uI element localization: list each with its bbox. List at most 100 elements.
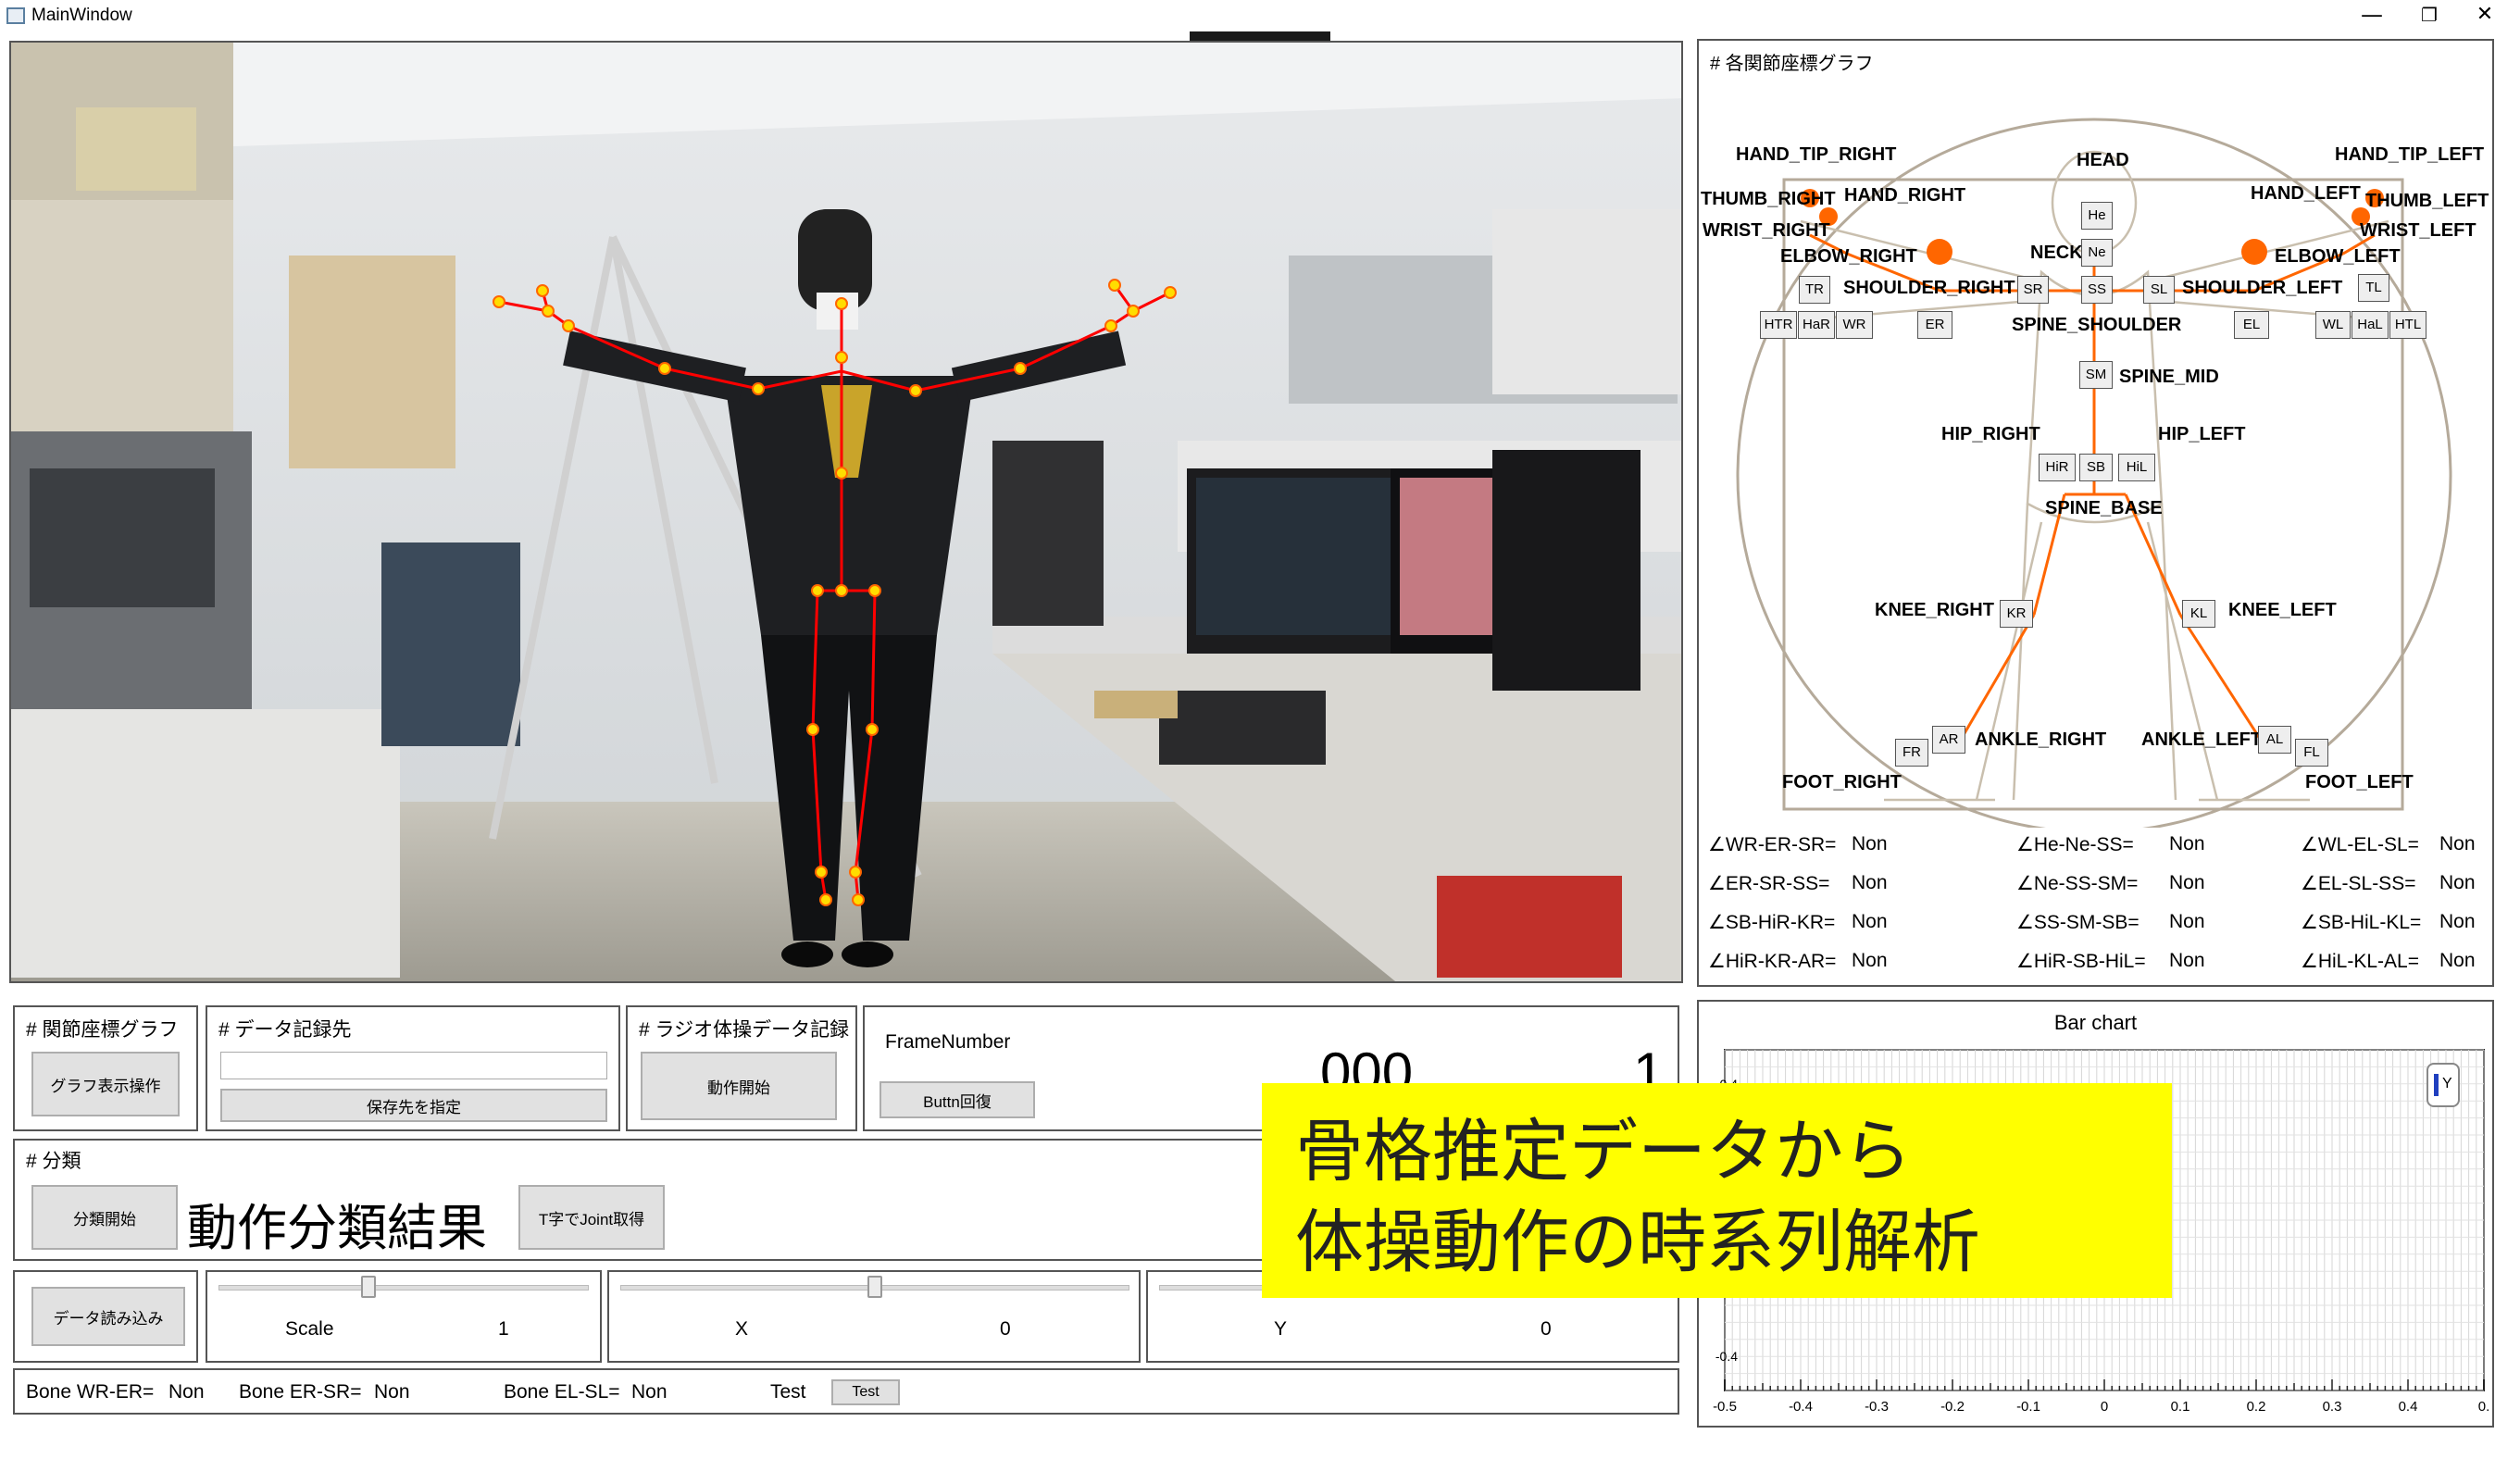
label-elbow-left: ELBOW_LEFT	[2275, 246, 2401, 267]
legend-label: Y	[2442, 1076, 2452, 1091]
joint-box-al[interactable]: AL	[2258, 726, 2291, 754]
joint-graph-panel: # 各関節座標グラフ HAND_TIP_RIGHT HAND_TIP_LEFT …	[1697, 39, 2494, 987]
joint-box-htr[interactable]: HTR	[1760, 311, 1797, 339]
angle-value: Non	[1852, 950, 1888, 971]
label-hip-left: HIP_LEFT	[2158, 424, 2246, 444]
app-icon	[6, 7, 25, 24]
joint-box-ss[interactable]: SS	[2081, 276, 2113, 304]
joint-box-hal[interactable]: HaL	[2352, 311, 2389, 339]
y-label: Y	[1274, 1318, 1288, 1340]
label-shoulder-right: SHOULDER_RIGHT	[1843, 278, 2015, 298]
joint-box-kr[interactable]: KR	[2000, 600, 2033, 628]
label-hand-right: HAND_RIGHT	[1844, 185, 1966, 206]
angle-label: ∠EL-SL-SS=	[2301, 873, 2416, 894]
load-group: データ読み込み	[13, 1270, 198, 1363]
legend-swatch	[2434, 1074, 2439, 1096]
button-restore-button[interactable]: Buttn回復	[880, 1081, 1035, 1118]
joint-box-sl[interactable]: SL	[2143, 276, 2175, 304]
joint-box-er[interactable]: ER	[1917, 311, 1952, 339]
load-data-button[interactable]: データ読み込み	[31, 1287, 185, 1346]
angle-value: Non	[2439, 872, 2476, 893]
classify-start-button[interactable]: 分類開始	[31, 1185, 178, 1250]
save-destination-button[interactable]: 保存先を指定	[220, 1089, 607, 1122]
angle-label: ∠SB-HiL-KL=	[2301, 912, 2422, 933]
angle-value: Non	[2169, 872, 2205, 893]
label-wrist-left: WRIST_LEFT	[2360, 220, 2476, 241]
start-motion-button[interactable]: 動作開始	[641, 1052, 837, 1120]
record-group-header: # データ記録先	[218, 1019, 352, 1041]
joint-box-fl[interactable]: FL	[2295, 739, 2328, 767]
joint-box-htl[interactable]: HTL	[2389, 311, 2426, 339]
restore-button[interactable]: ❐	[2398, 0, 2461, 33]
x-tick-label: 0.4	[2399, 1399, 2418, 1415]
label-thumb-left: THUMB_LEFT	[2365, 191, 2489, 211]
close-button[interactable]: ✕	[2453, 0, 2516, 33]
x-tick-label: 0.	[2478, 1399, 2490, 1415]
bone-wr-er-value: Non	[168, 1381, 205, 1403]
test-label: Test	[770, 1381, 806, 1403]
camera-image	[11, 43, 1681, 981]
frame-number-label: FrameNumber	[885, 1031, 1011, 1053]
label-spine-mid: SPINE_MID	[2119, 367, 2219, 387]
label-ankle-right: ANKLE_RIGHT	[1975, 730, 2107, 750]
angle-label: ∠HiL-KL-AL=	[2301, 951, 2419, 972]
bone-el-sl-label: Bone EL-SL=	[504, 1381, 620, 1403]
joint-box-tr[interactable]: TR	[1799, 276, 1830, 304]
graph-group: # 関節座標グラフ グラフ表示操作	[13, 1005, 198, 1131]
caption-line-2: 体操動作の時系列解析	[1295, 1203, 1980, 1282]
x-tick-label: -0.1	[2016, 1399, 2040, 1415]
label-spine-shoulder: SPINE_SHOULDER	[2012, 315, 2182, 335]
joint-box-el[interactable]: EL	[2234, 311, 2269, 339]
joint-box-sb[interactable]: SB	[2079, 454, 2113, 481]
scale-slider-thumb[interactable]	[360, 1276, 376, 1298]
graph-display-button[interactable]: グラフ表示操作	[31, 1052, 180, 1116]
title-bar: MainWindow — ❐ ✕	[0, 0, 2520, 33]
angle-label: ∠SS-SM-SB=	[2016, 912, 2140, 933]
scale-group: Scale 1	[206, 1270, 602, 1363]
angle-label: ∠ER-SR-SS=	[1708, 873, 1830, 894]
label-hand-tip-right: HAND_TIP_RIGHT	[1736, 144, 1897, 165]
label-hand-tip-left: HAND_TIP_LEFT	[2335, 144, 2485, 165]
bone-er-sr-value: Non	[374, 1381, 410, 1403]
joint-box-kl[interactable]: KL	[2182, 600, 2215, 628]
minimize-button[interactable]: —	[2340, 0, 2403, 33]
joint-box-ar[interactable]: AR	[1932, 726, 1965, 754]
x-tick-label: 0	[2101, 1399, 2108, 1415]
y-tick-label: -0.4	[1715, 1349, 1738, 1364]
joint-box-wl[interactable]: WL	[2315, 311, 2351, 339]
classify-header: # 分類	[26, 1151, 81, 1172]
angle-value: Non	[2169, 950, 2205, 971]
scale-value: 1	[498, 1318, 509, 1340]
angle-value: Non	[2169, 911, 2205, 932]
x-tick-label: 0.1	[2171, 1399, 2190, 1415]
joint-box-har[interactable]: HaR	[1798, 311, 1835, 339]
window-title: MainWindow	[31, 6, 132, 25]
joint-box-tl[interactable]: TL	[2358, 274, 2389, 302]
joint-box-wr[interactable]: WR	[1836, 311, 1873, 339]
t-pose-joint-button[interactable]: T字でJoint取得	[518, 1185, 665, 1250]
x-label: X	[735, 1318, 749, 1340]
radio-record-group: # ラジオ体操データ記録 動作開始	[626, 1005, 857, 1131]
joint-box-hir[interactable]: HiR	[2039, 454, 2076, 481]
joint-box-fr[interactable]: FR	[1895, 739, 1928, 767]
test-button[interactable]: Test	[831, 1379, 900, 1405]
angle-value: Non	[2169, 833, 2205, 854]
x-tick-label: -0.5	[1713, 1399, 1737, 1415]
joint-box-sm[interactable]: SM	[2079, 361, 2113, 389]
caption-line-1: 骨格推定データから	[1295, 1112, 1912, 1191]
x-group: X 0	[607, 1270, 1141, 1363]
joint-box-ne[interactable]: Ne	[2081, 239, 2113, 267]
x-tick-label: 0.2	[2247, 1399, 2266, 1415]
angle-label: ∠WR-ER-SR=	[1708, 834, 1837, 855]
angle-readouts: ∠WR-ER-SR= Non ∠ER-SR-SS= Non ∠SB-HiR-KR…	[1708, 833, 2486, 991]
x-slider-thumb[interactable]	[867, 1276, 882, 1298]
label-foot-left: FOOT_LEFT	[2305, 772, 2414, 792]
record-group: # データ記録先 保存先を指定	[206, 1005, 620, 1131]
joint-box-sr[interactable]: SR	[2017, 276, 2049, 304]
joint-box-hil[interactable]: HiL	[2118, 454, 2155, 481]
joint-box-he[interactable]: He	[2081, 202, 2113, 230]
x-tick-label: 0.3	[2323, 1399, 2342, 1415]
label-hip-right: HIP_RIGHT	[1941, 424, 2040, 444]
record-path-input[interactable]	[220, 1052, 607, 1079]
scale-slider-track[interactable]	[218, 1285, 589, 1291]
